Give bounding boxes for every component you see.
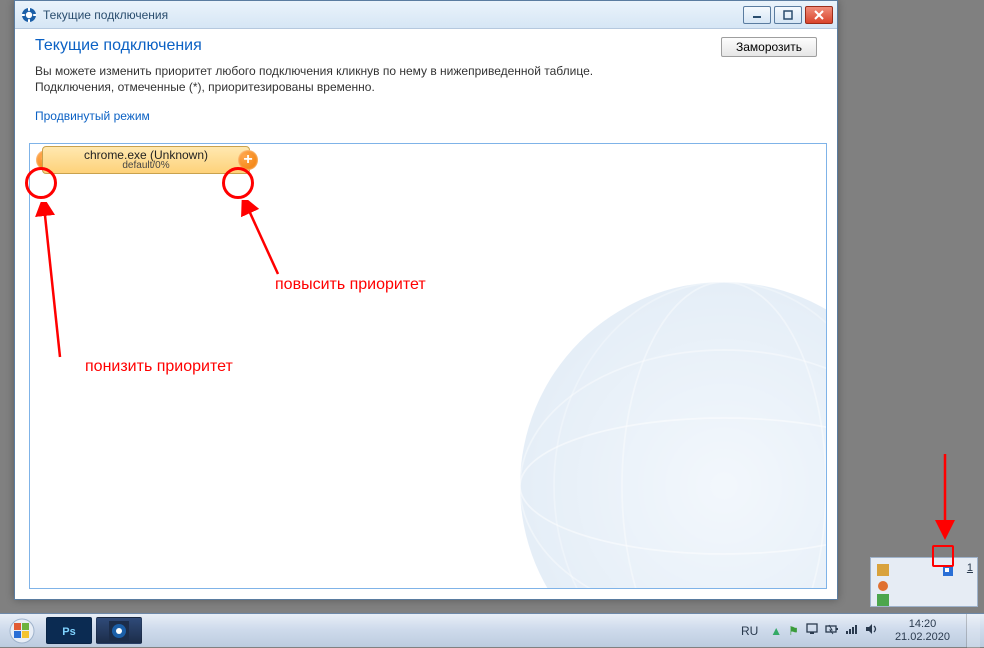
app-icon xyxy=(21,7,37,23)
tray-popup-icon-3[interactable] xyxy=(877,594,889,606)
tray-popup[interactable]: 1 xyxy=(870,557,978,607)
connection-meta: default/0% xyxy=(122,161,169,171)
page-title: Текущие подключения xyxy=(35,37,721,55)
clock-date: 21.02.2020 xyxy=(895,631,950,643)
window-controls xyxy=(743,6,833,24)
tray-power-icon[interactable] xyxy=(825,622,839,639)
globe-decoration xyxy=(486,248,826,588)
annotation-arrow-tray xyxy=(930,450,970,540)
clock-time: 14:20 xyxy=(909,618,937,630)
increase-priority-button[interactable]: + xyxy=(238,150,258,170)
tray-popup-icon-1[interactable] xyxy=(877,564,889,576)
system-tray: ▲ ⚑ xyxy=(770,622,879,639)
taskbar-right: RU ▲ ⚑ 14:20 21.02.2020 xyxy=(737,614,984,647)
tray-network-icon[interactable] xyxy=(805,622,819,639)
svg-text:Ps: Ps xyxy=(62,626,75,638)
close-button[interactable] xyxy=(805,6,833,24)
advanced-mode-link[interactable]: Продвинутый режим xyxy=(35,109,150,123)
language-indicator[interactable]: RU xyxy=(741,624,758,638)
tray-popup-icon-2[interactable] xyxy=(877,580,889,592)
tray-popup-app-icon[interactable] xyxy=(941,564,955,581)
tray-volume-icon[interactable] xyxy=(865,622,879,639)
connection-row[interactable]: − chrome.exe (Unknown) default/0% + xyxy=(30,144,826,176)
maximize-button[interactable] xyxy=(774,6,802,24)
tray-signal-icon[interactable] xyxy=(845,622,859,639)
minimize-button[interactable] xyxy=(743,6,771,24)
connection-pill[interactable]: chrome.exe (Unknown) default/0% xyxy=(42,146,250,174)
app-window: Текущие подключения Текущие подключения … xyxy=(14,0,838,600)
tray-popup-count[interactable]: 1 xyxy=(967,562,973,574)
desc-line2: Подключения, отмеченные (*), приоритезир… xyxy=(35,79,817,95)
tray-flag-icon[interactable]: ⚑ xyxy=(788,624,799,638)
window-title: Текущие подключения xyxy=(43,8,168,22)
titlebar[interactable]: Текущие подключения xyxy=(15,1,837,29)
show-desktop-button[interactable] xyxy=(966,614,980,648)
freeze-button[interactable]: Заморозить xyxy=(721,37,817,57)
tray-chevron-icon[interactable]: ▲ xyxy=(770,624,782,638)
taskbar-clock[interactable]: 14:20 21.02.2020 xyxy=(889,616,956,644)
start-button[interactable] xyxy=(0,614,44,647)
header: Текущие подключения Заморозить Вы можете… xyxy=(21,31,831,129)
taskbar-app-photoshop[interactable]: Ps xyxy=(46,617,92,644)
client-area: Текущие подключения Заморозить Вы можете… xyxy=(21,31,831,593)
connections-panel: − chrome.exe (Unknown) default/0% + xyxy=(29,143,827,589)
taskbar-app-netbalancer[interactable] xyxy=(96,617,142,644)
desc-line1: Вы можете изменить приоритет любого подк… xyxy=(35,63,817,79)
description: Вы можете изменить приоритет любого подк… xyxy=(35,63,817,95)
taskbar[interactable]: Ps RU ▲ ⚑ 14:20 21.02 xyxy=(0,613,984,647)
